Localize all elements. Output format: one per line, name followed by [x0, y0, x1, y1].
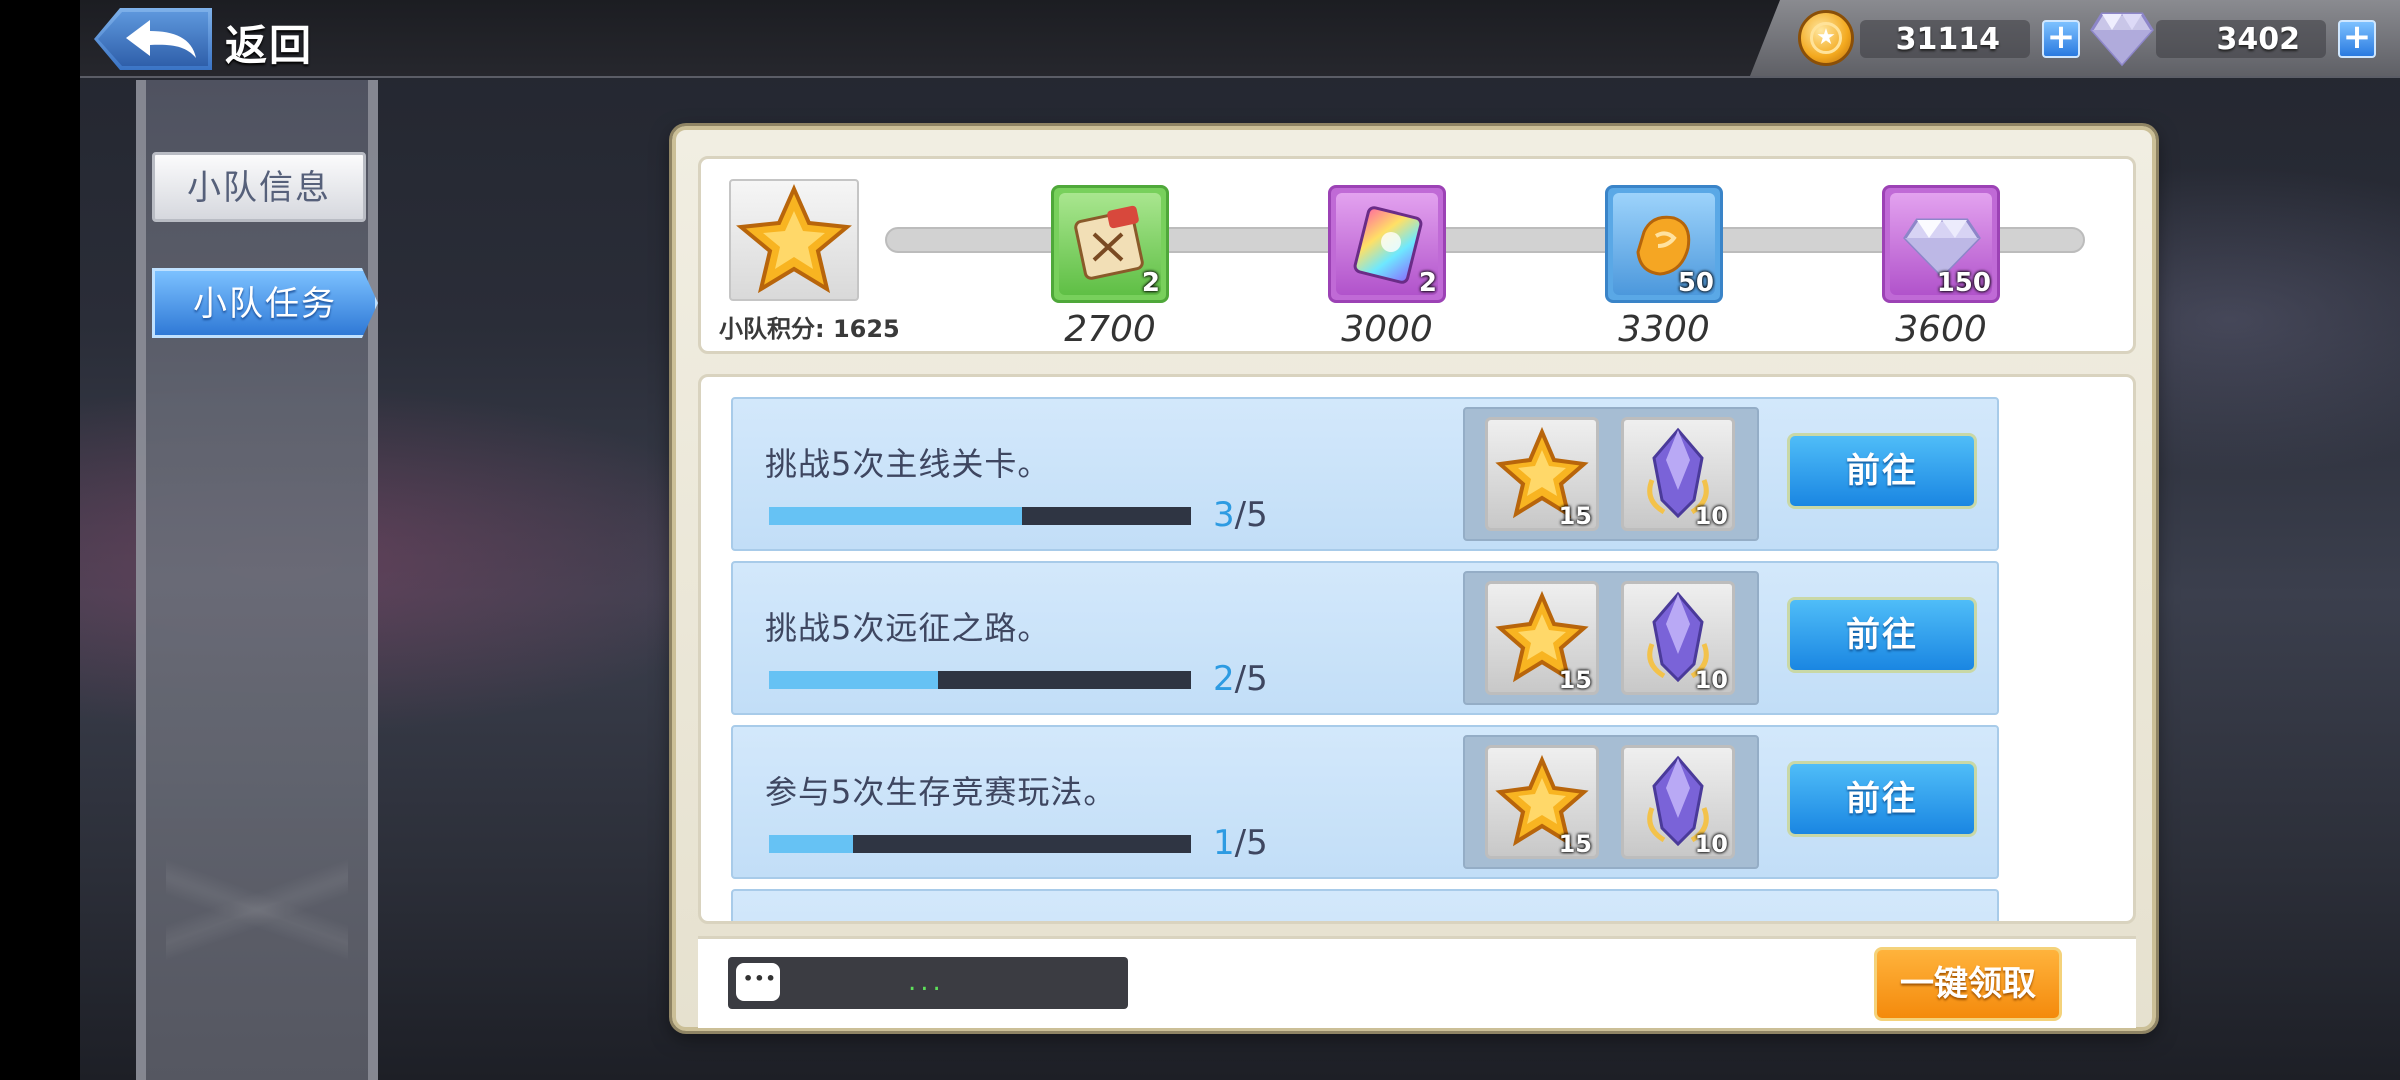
milestone-reward-2[interactable]: 2: [1328, 185, 1446, 303]
back-arrow-icon: [126, 20, 196, 58]
go-button[interactable]: 前往: [1787, 597, 1977, 673]
game-screen: 返回 ★ 31114 + 3402 + 小队信息 小队任务 小队积分: 1625…: [80, 0, 2400, 1080]
task-progress-bar: [769, 835, 1191, 853]
diamond-icon: [2090, 12, 2154, 67]
back-label[interactable]: 返回: [225, 12, 313, 73]
milestone-threshold: 2700: [1064, 309, 1156, 350]
score-star-icon: [729, 179, 859, 301]
currency-panel: ★ 31114 + 3402 +: [1750, 0, 2400, 76]
task-rewards: 15 10: [1463, 571, 1759, 705]
score-star-reward[interactable]: 15: [1485, 417, 1599, 531]
go-button[interactable]: 前往: [1787, 433, 1977, 509]
milestone-reward-1[interactable]: 2: [1051, 185, 1169, 303]
milestone-count: 150: [1936, 268, 1991, 298]
bottom-bar: ••• ... 一键领取: [698, 936, 2136, 1028]
milestone-count: 2: [1141, 268, 1160, 298]
task-title: 挑战5次远征之路。: [765, 609, 1051, 647]
task-title: 参与5次生存竞赛玩法。: [765, 773, 1117, 811]
crystal-reward[interactable]: 10: [1621, 581, 1735, 695]
task-rewards: 15 10: [1463, 735, 1759, 869]
task-title: 挑战5次主线关卡。: [765, 445, 1051, 483]
team-score-label: 小队积分: 1625: [719, 315, 900, 343]
milestone-threshold: 3000: [1341, 309, 1433, 350]
gold-coin-icon: ★: [1798, 10, 1854, 66]
task-row-partial: [731, 889, 1999, 921]
milestone-count: 2: [1418, 268, 1437, 298]
task-row: 参与5次生存竞赛玩法。 1/5 15 10 前往: [731, 725, 1999, 879]
diamond-amount: 3402: [2216, 22, 2301, 57]
chat-box[interactable]: ••• ...: [728, 957, 1128, 1009]
score-star-reward[interactable]: 15: [1485, 581, 1599, 695]
add-diamond-button[interactable]: +: [2338, 20, 2376, 58]
milestone-threshold: 3600: [1895, 309, 1987, 350]
milestone-count: 50: [1677, 268, 1714, 298]
task-row: 挑战5次远征之路。 2/5 15 10 前往: [731, 561, 1999, 715]
chat-preview: ...: [908, 967, 945, 997]
claim-all-button[interactable]: 一键领取: [1874, 947, 2062, 1021]
crystal-reward[interactable]: 10: [1621, 417, 1735, 531]
task-row: 挑战5次主线关卡。 3/5 15 10 前往: [731, 397, 1999, 551]
score-star-reward[interactable]: 15: [1485, 745, 1599, 859]
sidebar: [136, 80, 378, 1080]
task-progress-text: 3/5: [1213, 495, 1268, 535]
task-progress-text: 2/5: [1213, 659, 1268, 699]
task-progress-text: 1/5: [1213, 823, 1268, 863]
sidebar-item-team-info[interactable]: 小队信息: [152, 152, 366, 222]
chat-bubble-icon: •••: [736, 963, 780, 1001]
milestone-reward-3[interactable]: 50: [1605, 185, 1723, 303]
gold-amount: 31114: [1895, 22, 2000, 57]
back-button[interactable]: [94, 8, 212, 70]
task-progress-bar: [769, 507, 1191, 525]
milestone-threshold: 3300: [1618, 309, 1710, 350]
milestone-reward-4[interactable]: 150: [1882, 185, 2000, 303]
task-list[interactable]: 挑战5次主线关卡。 3/5 15 10 前往 挑战5次远征之路。 2/5 15 …: [698, 374, 2136, 924]
add-gold-button[interactable]: +: [2042, 20, 2080, 58]
sidebar-item-team-tasks[interactable]: 小队任务: [152, 268, 378, 338]
team-task-panel: 小队积分: 1625 2 2700 2 3000 50 3300 150 360…: [672, 126, 2156, 1031]
go-button[interactable]: 前往: [1787, 761, 1977, 837]
top-bar: 返回 ★ 31114 + 3402 +: [80, 0, 2400, 78]
score-reward-track: 小队积分: 1625 2 2700 2 3000 50 3300 150 360…: [698, 156, 2136, 354]
crystal-reward[interactable]: 10: [1621, 745, 1735, 859]
task-rewards: 15 10: [1463, 407, 1759, 541]
task-progress-bar: [769, 671, 1191, 689]
